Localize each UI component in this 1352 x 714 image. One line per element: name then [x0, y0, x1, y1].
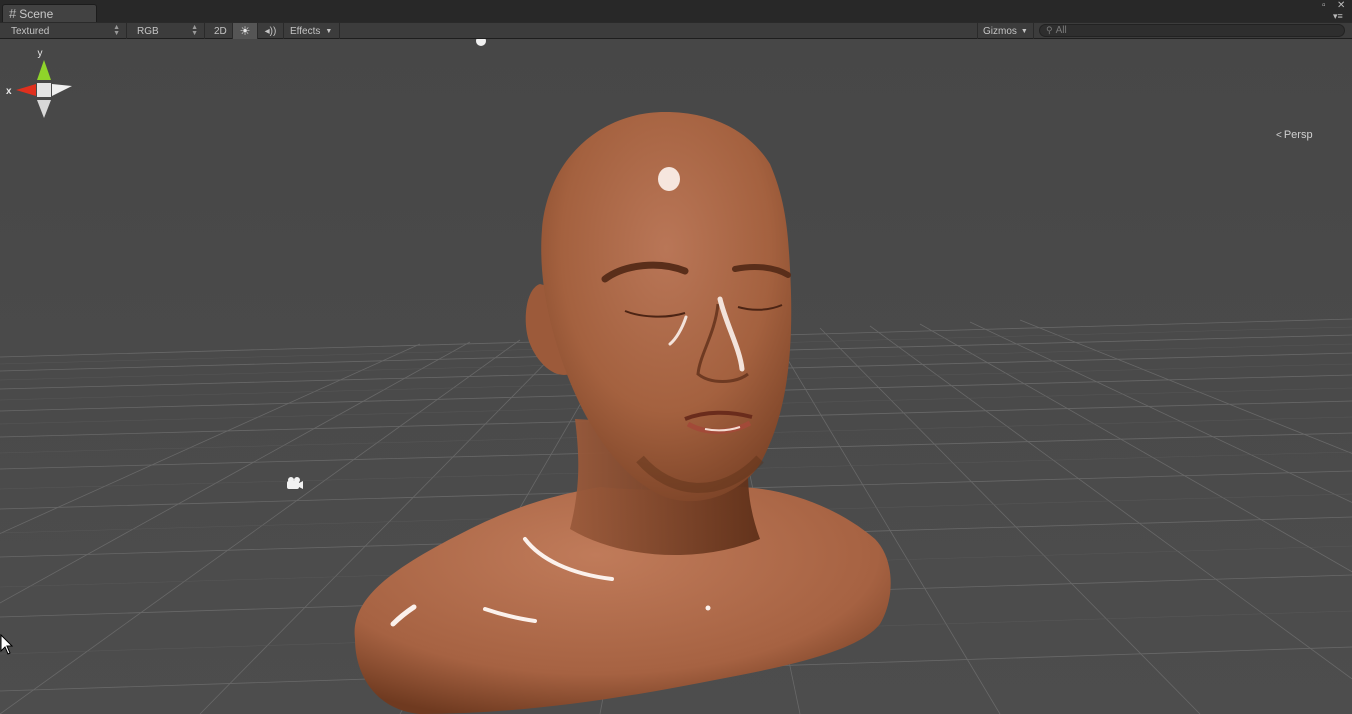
- gizmos-label: Gizmos: [983, 25, 1017, 37]
- tab-scene[interactable]: # Scene: [2, 4, 97, 22]
- chevron-down-icon: ▼: [1020, 27, 1028, 35]
- mouse-cursor-icon: [0, 634, 14, 655]
- 2d-toggle-button[interactable]: 2D: [207, 23, 233, 39]
- neg-y-cone: [37, 100, 51, 118]
- tab-bar: # Scene ▫ ✕ ▾≡: [0, 0, 1352, 22]
- axis-y-label: y: [38, 48, 43, 59]
- magnifier-icon: ⚲: [1046, 25, 1053, 35]
- search-placeholder: All: [1055, 25, 1067, 36]
- scene-lighting-toggle[interactable]: ☀: [233, 23, 258, 39]
- panel-menu-icon[interactable]: ▾≡: [1333, 11, 1343, 21]
- tab-scene-label: Scene: [19, 6, 54, 21]
- render-mode-dropdown[interactable]: RGB ▲ ▼: [127, 23, 205, 39]
- orientation-gizmo[interactable]: y x: [0, 46, 80, 146]
- dropdown-arrows-icon: ▲ ▼: [113, 24, 120, 37]
- draw-mode-value: Textured: [11, 25, 50, 37]
- maximize-icon[interactable]: ▫: [1322, 1, 1326, 11]
- dropdown-arrows-icon: ▲ ▼: [191, 24, 198, 37]
- close-icon[interactable]: ✕: [1337, 1, 1345, 11]
- chevron-down-icon: ▼: [325, 27, 333, 35]
- speaker-icon: ◂)): [264, 25, 277, 37]
- effects-dropdown[interactable]: Effects ▼: [284, 23, 340, 39]
- x-axis-cone: [16, 84, 36, 96]
- z-axis-cone: [52, 84, 72, 96]
- axis-x-label: x: [6, 86, 12, 97]
- audio-toggle[interactable]: ◂)): [258, 23, 284, 39]
- scene-toolbar: Textured ▲ ▼ RGB ▲ ▼ 2D ☀ ◂)) Effects ▼ Gi…: [0, 22, 1352, 39]
- 2d-label: 2D: [214, 25, 227, 37]
- gizmos-dropdown[interactable]: Gizmos ▼: [977, 23, 1034, 39]
- perspective-icon: <: [1276, 129, 1282, 141]
- grid-icon: #: [9, 6, 17, 21]
- sun-icon: ☀: [239, 24, 251, 38]
- search-input[interactable]: ⚲ All: [1039, 24, 1345, 37]
- projection-toggle[interactable]: < Persp: [1276, 129, 1313, 141]
- render-mode-value: RGB: [137, 25, 159, 37]
- draw-mode-dropdown[interactable]: Textured ▲ ▼: [0, 23, 127, 39]
- effects-label: Effects: [290, 25, 321, 37]
- projection-label: Persp: [1283, 129, 1313, 141]
- y-axis-cone: [37, 60, 51, 80]
- gizmo-center-cube: [37, 83, 51, 97]
- scene-viewport[interactable]: y x < Persp: [0, 39, 1352, 714]
- scene-render: [0, 39, 1352, 714]
